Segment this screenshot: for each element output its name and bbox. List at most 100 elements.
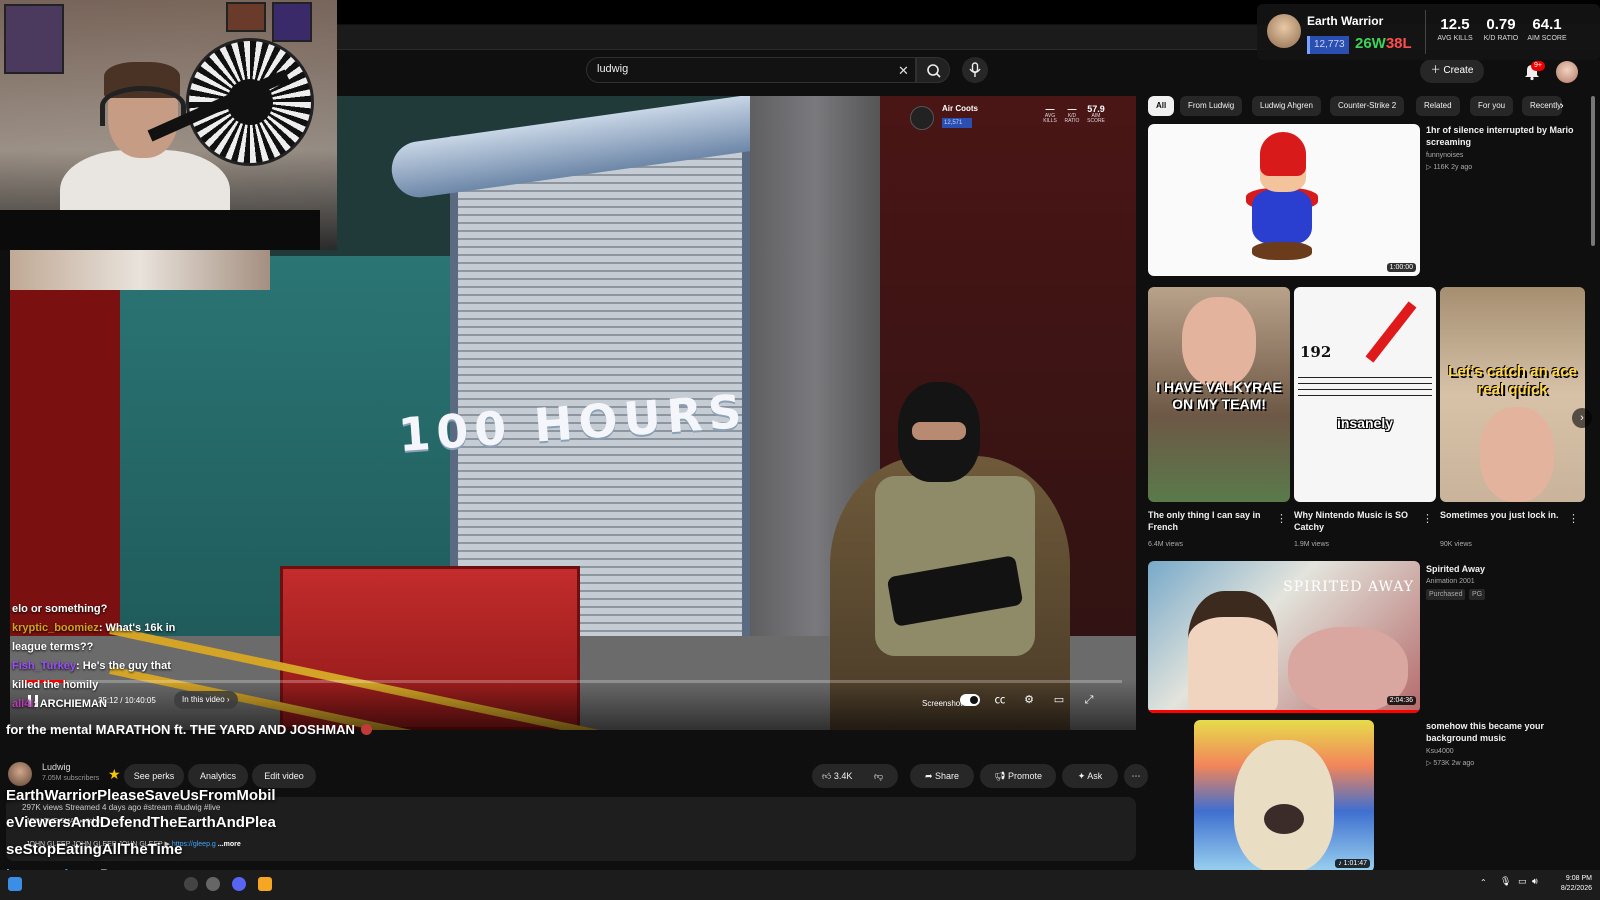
recommendation-channel[interactable]: Ksu4000 xyxy=(1426,746,1454,757)
stat-label: AVG KILLS xyxy=(1043,113,1057,124)
recommendation-thumbnail[interactable]: Let's catch an ace real quick xyxy=(1440,287,1585,502)
more-actions-button[interactable]: ⋯ xyxy=(1124,764,1148,788)
app-icon[interactable] xyxy=(184,877,198,891)
see-perks-label: See perks xyxy=(133,771,175,781)
recommendation-title[interactable]: somehow this became your background musi… xyxy=(1426,720,1586,744)
app-icon[interactable] xyxy=(258,877,272,891)
promote-button[interactable]: 📢︎ Promote xyxy=(980,764,1056,788)
more-vertical-icon[interactable]: ⋮ xyxy=(1568,512,1579,525)
recommendation-thumbnail[interactable]: I HAVE VALKYRAE ON MY TEAM! xyxy=(1148,287,1290,502)
edit-video-label: Edit video xyxy=(264,771,304,781)
stat-label: K/D RATIO xyxy=(1483,35,1519,42)
recommendation-title[interactable]: Sometimes you just lock in. xyxy=(1440,509,1560,521)
more-vertical-icon[interactable]: ⋮ xyxy=(1422,512,1433,525)
filter-chip[interactable]: All xyxy=(1148,96,1175,116)
chevron-right-icon[interactable]: › xyxy=(1560,100,1564,112)
description-meta: 297K views Streamed 4 days ago #stream #… xyxy=(22,803,221,812)
carousel-next-icon[interactable]: › xyxy=(1572,408,1592,428)
ingame-player-name: Air Coots xyxy=(942,104,978,113)
wall-poster xyxy=(4,4,64,74)
chat-message: Fish_Turkey: He's the guy that xyxy=(12,657,272,676)
filter-chip[interactable]: From Ludwig xyxy=(1180,96,1243,116)
thumb-figure xyxy=(1188,591,1278,713)
fullscreen-icon[interactable]: ⤢ xyxy=(1081,692,1097,708)
recommendation-thumbnail[interactable]: SPIRITED AWAY 2:04:36 xyxy=(1148,561,1420,713)
channel-name[interactable]: Ludwig xyxy=(42,762,71,772)
subtitles-icon[interactable]: ㏄ xyxy=(992,692,1008,708)
recommendation-thumbnail[interactable]: 192 insanely xyxy=(1294,287,1436,502)
account-avatar[interactable] xyxy=(1556,61,1578,83)
stat-aim-score: 64.1 AIM SCORE xyxy=(1525,16,1569,43)
chat-app-icon[interactable] xyxy=(232,877,246,891)
prize-wheel xyxy=(186,38,314,166)
thumbnail-number: 192 xyxy=(1300,343,1332,361)
more-vertical-icon[interactable]: ⋮ xyxy=(1276,512,1287,525)
edit-video-button[interactable]: Edit video xyxy=(252,764,316,788)
share-label: Share xyxy=(935,771,960,781)
settings-gear-icon[interactable]: ⚙ xyxy=(1021,692,1037,708)
see-perks-button[interactable]: See perks xyxy=(124,764,184,788)
analytics-button[interactable]: Analytics xyxy=(188,764,248,788)
duration-badge: ♪ 1:01:47 xyxy=(1335,859,1370,868)
settings-gear-icon[interactable] xyxy=(206,877,220,891)
filter-chip[interactable]: Counter-Strike 2 xyxy=(1330,96,1405,116)
create-button[interactable]: ＋ Create xyxy=(1420,59,1484,83)
filter-chip[interactable]: For you xyxy=(1470,96,1514,116)
chat-text: : He's the guy that xyxy=(76,660,171,672)
recommendation-channel[interactable]: funnynoises xyxy=(1426,150,1463,161)
recommendation-channel[interactable]: Animation 2001 xyxy=(1426,576,1475,587)
wall-poster xyxy=(272,2,312,42)
recommendation-meta: 6.4M views xyxy=(1148,541,1184,548)
player-name: Earth Warrior xyxy=(1307,14,1384,28)
search-input[interactable] xyxy=(597,63,877,75)
microphone-icon[interactable]: 🎙︎ xyxy=(1500,876,1511,887)
filter-chip[interactable]: Related xyxy=(1416,96,1460,116)
like-dislike-group: 👍︎ 3.4K 👎︎ xyxy=(812,764,898,788)
rating-badge: PG xyxy=(1469,589,1486,600)
purchased-badge: Purchased xyxy=(1426,589,1466,600)
search-box[interactable]: ✕ xyxy=(586,57,916,83)
stats-divider xyxy=(1425,10,1426,54)
share-button[interactable]: ➦ Share xyxy=(910,764,974,788)
windows-start-icon[interactable] xyxy=(8,877,22,891)
stat-value: 0.79 xyxy=(1486,16,1516,33)
thumbs-down-icon[interactable]: 👎︎ xyxy=(874,764,883,788)
ingame-stat: — AVG KILLS xyxy=(1038,104,1062,124)
ask-button[interactable]: ✦ Ask xyxy=(1062,764,1118,788)
plus-icon: ＋ xyxy=(1430,65,1441,76)
stat-kd-ratio: 0.79 K/D RATIO xyxy=(1479,16,1523,43)
thumb-figure xyxy=(1480,407,1554,502)
share-icon: ➦ xyxy=(924,771,933,781)
autoplay-toggle[interactable] xyxy=(960,694,980,706)
streamer-webcam xyxy=(0,0,337,250)
recommendation-thumbnail[interactable]: 1:00:00 xyxy=(1148,124,1420,276)
volume-icon[interactable]: 🔊︎ xyxy=(1532,876,1538,887)
scrollbar-thumb[interactable] xyxy=(1591,96,1595,246)
search-button[interactable] xyxy=(916,57,950,83)
theater-mode-icon[interactable]: ▭ xyxy=(1051,692,1067,708)
voice-search-button[interactable] xyxy=(962,57,988,83)
chat-text: : What's 16k in xyxy=(98,622,176,634)
thumb-figure xyxy=(1252,190,1312,244)
filter-chip[interactable]: Ludwig Ahgren xyxy=(1252,96,1321,116)
taskbar-clock[interactable]: 9:08 PM 8/22/2026 xyxy=(1540,874,1592,894)
filter-chips-bar: All From Ludwig Ludwig Ahgren Counter-Strik… xyxy=(1148,96,1568,118)
clear-search-icon[interactable]: ✕ xyxy=(898,63,909,79)
stat-label: AIM SCORE xyxy=(1087,113,1105,124)
show-more-link[interactable]: ...more xyxy=(218,841,241,848)
recommendation-title[interactable]: 1hr of silence interrupted by Mario scre… xyxy=(1426,124,1586,148)
filter-chip[interactable]: Recently uploaded xyxy=(1522,96,1562,116)
channel-avatar[interactable] xyxy=(8,762,32,786)
clock-time: 9:08 PM xyxy=(1565,875,1592,882)
notification-count-badge: 9+ xyxy=(1531,61,1545,71)
network-icon[interactable]: ▭ xyxy=(1518,876,1527,887)
recommendation-title[interactable]: The only thing I can say in French xyxy=(1148,509,1268,533)
ingame-stat: — K/D RATIO xyxy=(1060,104,1084,124)
like-button[interactable]: 👍︎ 3.4K xyxy=(822,771,852,781)
ask-label: Ask xyxy=(1087,771,1103,781)
recommendation-thumbnail[interactable]: ♪ 1:01:47 xyxy=(1194,720,1374,872)
chat-overlay-line: eViewersAndDefendTheEarthAndPlea xyxy=(6,814,276,831)
recommendation-title[interactable]: Why Nintendo Music is SO Catchy xyxy=(1294,509,1414,533)
recommendation-title[interactable]: Spirited Away xyxy=(1426,563,1586,575)
chevron-up-icon[interactable]: ⌃ xyxy=(1480,878,1487,887)
